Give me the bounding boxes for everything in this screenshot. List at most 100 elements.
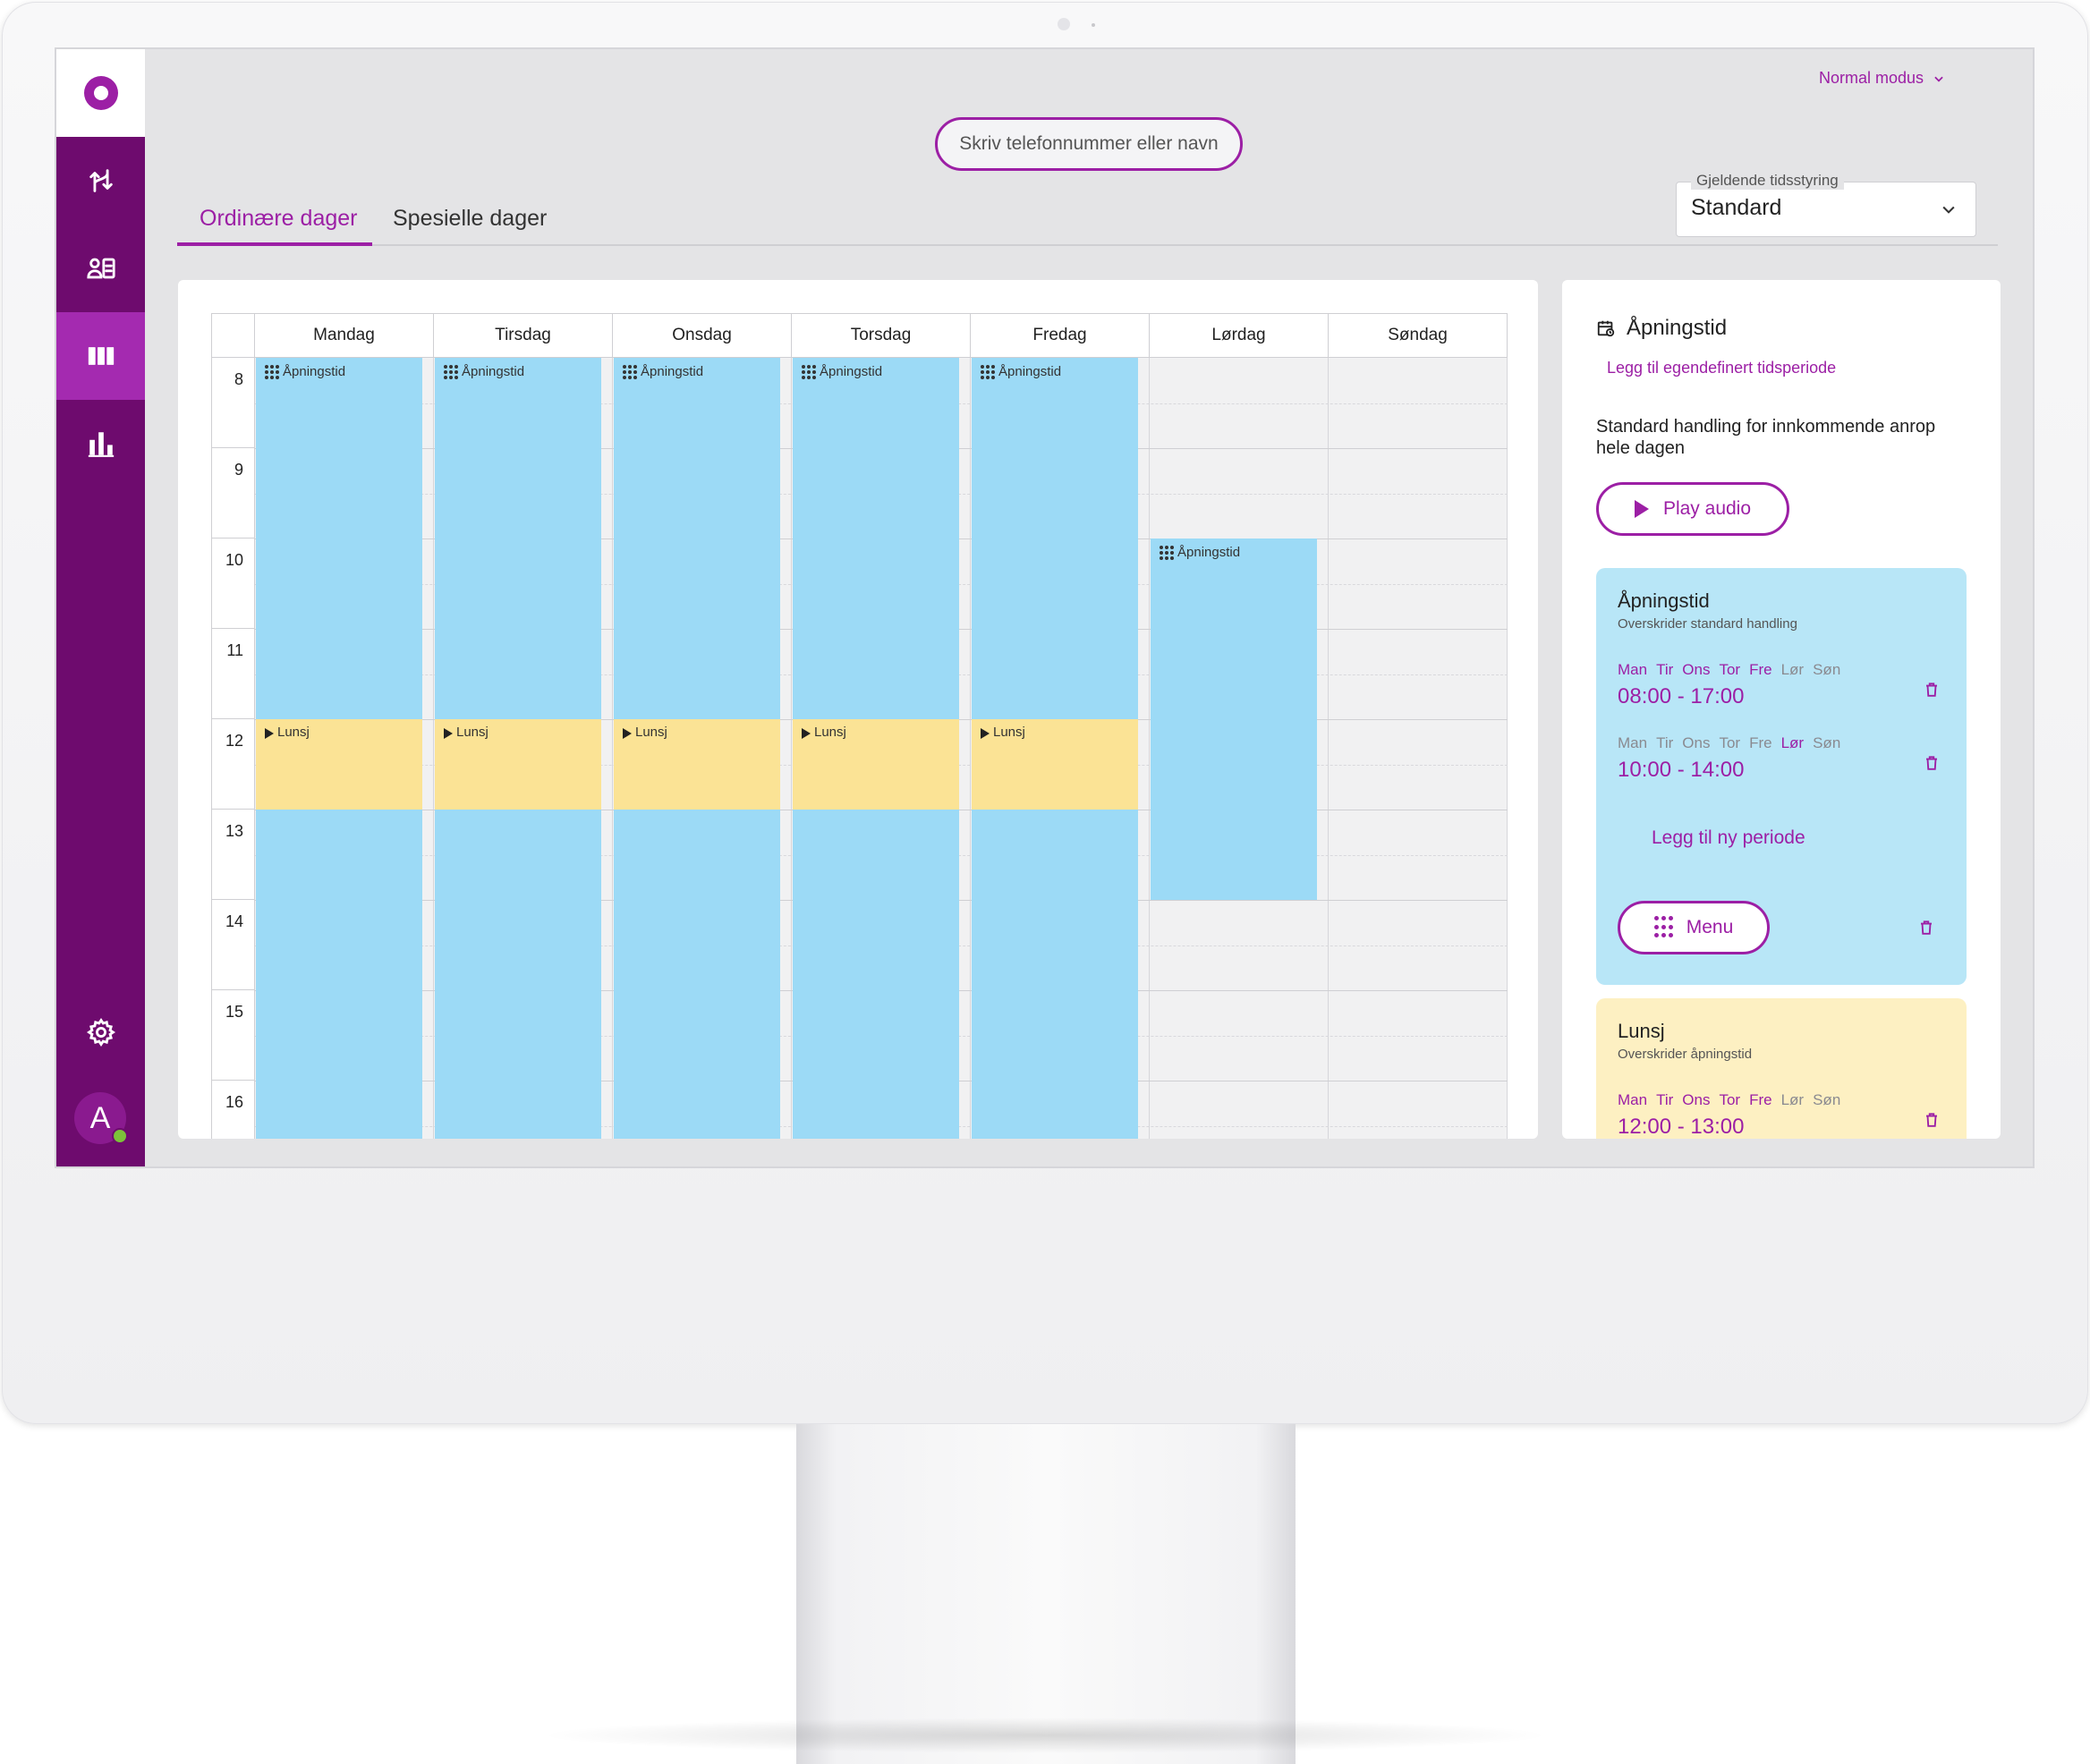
weekday-chip[interactable]: Lør [1781,1091,1805,1109]
opening-hours-block[interactable]: Åpningstid [256,358,422,719]
weekday-chip[interactable]: Søn [1813,661,1840,679]
sidebar-item-contacts[interactable] [56,225,145,312]
menu-button[interactable]: Menu [1618,901,1770,954]
add-custom-period-link[interactable]: Legg til egendefinert tidsperiode [1607,359,1836,377]
schedule-select-value: Standard [1691,195,1782,220]
panel-title: Åpningstid [1596,316,1727,341]
hour-label: 15 [211,990,255,1081]
weekday-chip[interactable]: Tor [1719,661,1740,679]
hour-label: 13 [211,810,255,900]
calendar-card: Mandag Tirsdag Onsdag Torsdag Fredag Lørdag Sø… [178,280,1538,1139]
block-label-text: Åpningstid [1177,544,1241,560]
sidebar-item-settings[interactable] [56,988,145,1076]
opening-hours-block[interactable]: Åpningstid [435,358,601,719]
trash-icon[interactable] [1918,919,1934,937]
weekday-chip[interactable]: Tir [1656,734,1673,752]
opening-hours-block[interactable] [972,810,1138,1139]
keypad-icon [265,365,279,379]
block-label: Lunsj [802,725,846,740]
sidebar-item-schedule[interactable] [56,312,145,400]
period-time[interactable]: 12:00 - 13:00 [1618,1115,1744,1139]
block-label-text: Åpningstid [462,363,525,379]
weekday-chip[interactable]: Ons [1682,734,1710,752]
opening-hours-block[interactable] [614,810,780,1139]
trash-icon[interactable] [1924,1111,1940,1129]
weekday-chip[interactable]: Fre [1749,661,1772,679]
play-audio-button[interactable]: Play audio [1596,482,1789,536]
period-time[interactable]: 08:00 - 17:00 [1618,684,1744,709]
weekday-chip[interactable]: Man [1618,734,1647,752]
block-label: Åpningstid [1160,544,1240,560]
day-header: Torsdag [792,313,971,358]
lunch-block[interactable]: Lunsj [256,719,422,810]
block-label-text: Lunsj [456,725,489,740]
day-header: Onsdag [613,313,792,358]
sidebar: A [56,49,145,1166]
active-tab-indicator [177,242,372,246]
opening-hours-block[interactable]: Åpningstid [1151,539,1317,900]
period-days[interactable]: Man Tir Ons Tor Fre Lør Søn [1618,661,1840,679]
calendar-columns-icon [88,347,114,365]
trash-icon[interactable] [1924,681,1940,699]
weekday-chip[interactable]: Tir [1656,1091,1673,1109]
stand-shadow [537,1717,1553,1753]
opening-hours-block[interactable] [256,810,422,1139]
hour-label: 14 [211,900,255,990]
weekday-chip[interactable]: Lør [1781,734,1805,752]
opening-hours-card: Åpningstid Overskrider standard handling… [1596,568,1967,985]
opening-hours-block[interactable] [435,810,601,1139]
sidebar-item-statistics[interactable] [56,400,145,488]
lunch-block[interactable]: Lunsj [972,719,1138,810]
hour-label: 10 [211,539,255,629]
opening-hours-block[interactable]: Åpningstid [614,358,780,719]
lunch-block[interactable]: Lunsj [435,719,601,810]
lunch-block[interactable]: Lunsj [793,719,959,810]
weekday-chip[interactable]: Fre [1749,734,1772,752]
tab-special-days[interactable]: Spesielle dager [393,206,547,232]
weekday-chip[interactable]: Ons [1682,1091,1710,1109]
weekday-chip[interactable]: Tor [1719,1091,1740,1109]
opening-hours-block[interactable]: Åpningstid [972,358,1138,719]
mode-selector[interactable]: Normal modus [1819,69,1945,88]
add-new-period-link[interactable]: Legg til ny periode [1652,827,1805,849]
weekday-chip[interactable]: Lør [1781,661,1805,679]
schedule-select[interactable]: Gjeldende tidsstyring Standard [1676,172,1976,237]
trash-icon[interactable] [1924,754,1940,772]
avatar-initial: A [89,1100,111,1135]
opening-card-subtitle: Overskrider standard handling [1618,616,1797,632]
weekday-chip[interactable]: Søn [1813,734,1840,752]
period-time[interactable]: 10:00 - 14:00 [1618,758,1744,783]
weekday-chip[interactable]: Søn [1813,1091,1840,1109]
opening-hours-block[interactable]: Åpningstid [793,358,959,719]
search-input[interactable]: Skriv telefonnummer eller navn [935,117,1243,171]
period-days[interactable]: Man Tir Ons Tor Fre Lør Søn [1618,1091,1840,1109]
weekday-chip[interactable]: Tor [1719,734,1740,752]
bar-chart-icon [88,432,114,457]
lunch-block[interactable]: Lunsj [614,719,780,810]
monitor-stand [796,1424,1296,1764]
logo-box[interactable] [56,49,145,137]
weekday-chip[interactable]: Tir [1656,661,1673,679]
period-days[interactable]: Man Tir Ons Tor Fre Lør Søn [1618,734,1840,752]
block-label-text: Lunsj [277,725,310,740]
tab-ordinary-days[interactable]: Ordinære dager [200,206,357,232]
sidebar-item-routing[interactable] [56,137,145,225]
opening-hours-block[interactable] [793,810,959,1139]
lunch-card-title: Lunsj [1618,1020,1665,1042]
weekday-chip[interactable]: Man [1618,661,1647,679]
camera-sensor [1092,23,1095,27]
details-panel: Åpningstid Legg til egendefinert tidsper… [1562,280,2001,1139]
block-label-text: Lunsj [993,725,1025,740]
weekday-chip[interactable]: Man [1618,1091,1647,1109]
contacts-icon [86,258,115,279]
block-label: Åpningstid [802,363,882,379]
day-header: Søndag [1329,313,1508,358]
block-label: Lunsj [265,725,310,740]
keypad-icon [981,365,995,379]
block-label-text: Åpningstid [283,363,346,379]
keypad-icon [802,365,816,379]
day-column[interactable] [1329,358,1508,1139]
weekday-chip[interactable]: Fre [1749,1091,1772,1109]
weekday-chip[interactable]: Ons [1682,661,1710,679]
block-label-text: Åpningstid [998,363,1062,379]
